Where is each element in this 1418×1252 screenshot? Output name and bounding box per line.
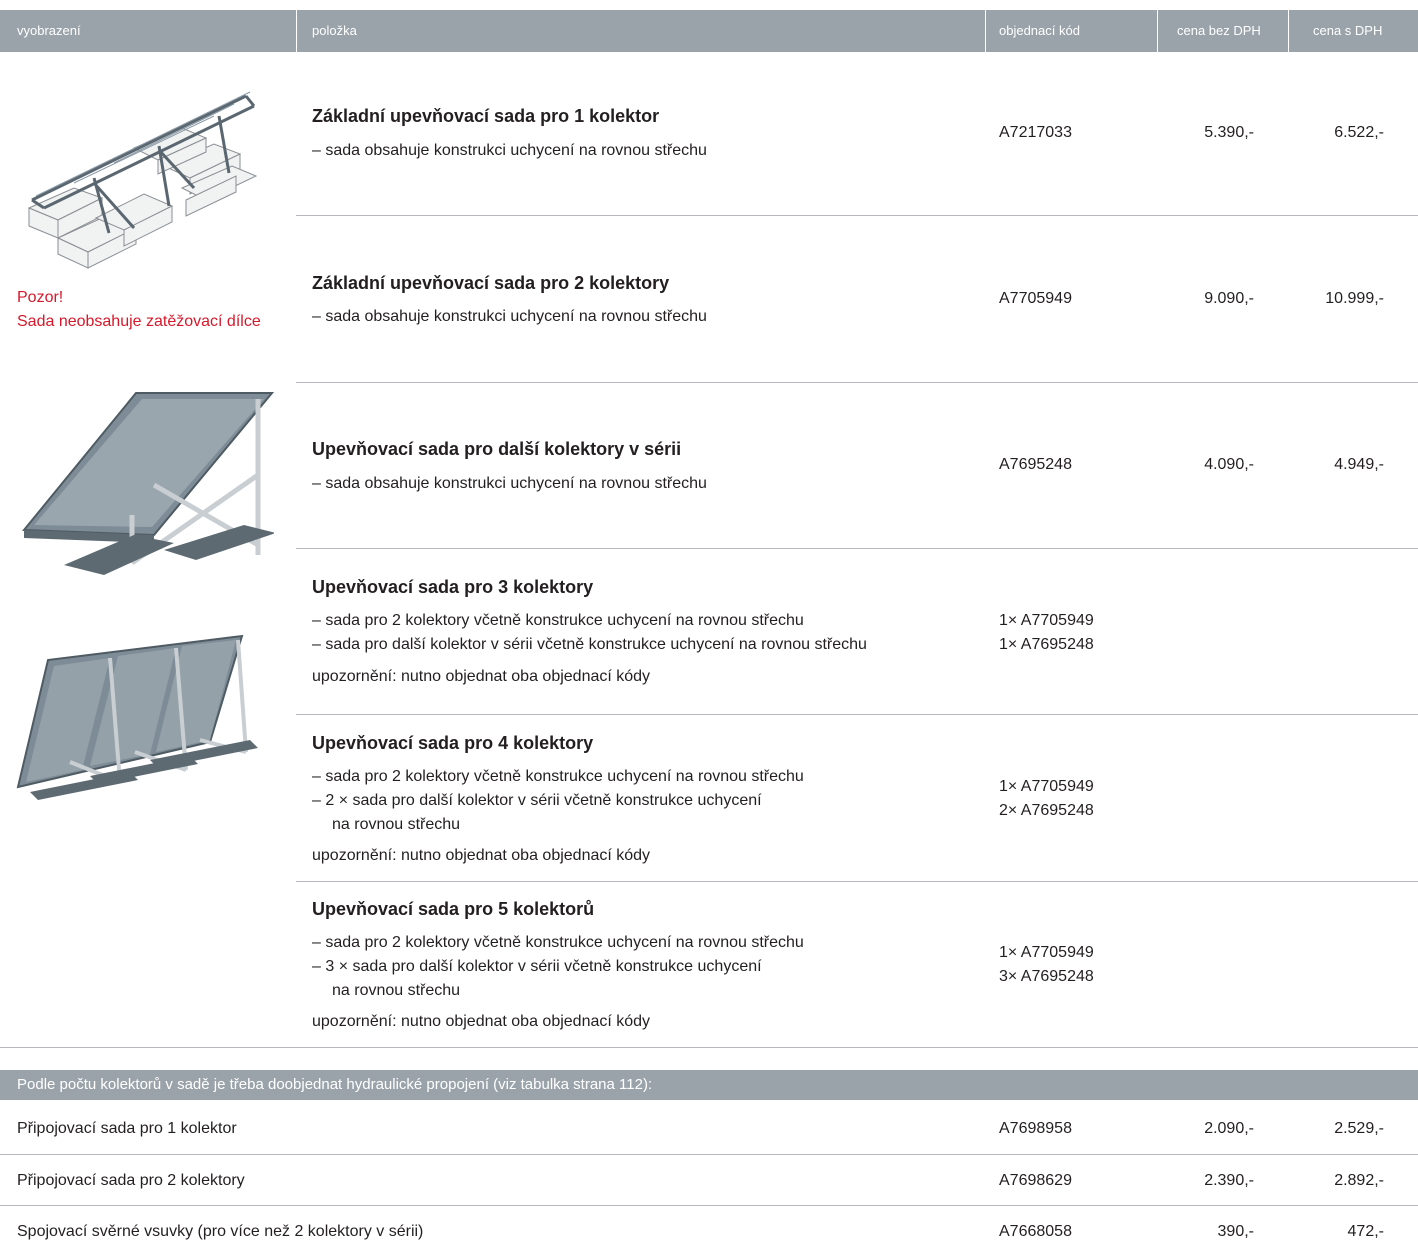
- order-code: A7698958: [999, 1120, 1072, 1137]
- product-description: na rovnou střechu: [332, 982, 461, 999]
- price-gross: 10.999,-: [1325, 290, 1384, 307]
- row-divider: [296, 714, 1418, 715]
- product-title: Upevňovací sada pro další kolektory v sé…: [312, 439, 682, 459]
- order-code: 2× A7695248: [999, 802, 1094, 819]
- row-divider: [0, 1205, 1418, 1206]
- price-gross: 2.529,-: [1334, 1120, 1384, 1137]
- row-divider: [0, 1047, 1418, 1048]
- header-item: položka: [312, 23, 357, 38]
- order-note: upozornění: nutno objednat oba objednací…: [312, 668, 651, 685]
- warning-title: Pozor!: [17, 289, 64, 306]
- product-description: – sada obsahuje konstrukci uchycení na r…: [312, 308, 707, 325]
- row-divider: [296, 881, 1418, 882]
- product-description: – 2 × sada pro další kolektor v sérii vč…: [312, 792, 762, 809]
- order-code: 1× A7695248: [999, 636, 1094, 653]
- header-price-gross: cena s DPH: [1313, 23, 1383, 38]
- price-gross: 472,-: [1347, 1223, 1384, 1240]
- product-description: – sada pro 2 kolektory včetně konstrukce…: [312, 934, 804, 951]
- product-title: Základní upevňovací sada pro 1 kolektor: [312, 106, 660, 126]
- collector-frame-image: [21, 392, 274, 575]
- order-code: A7698629: [999, 1172, 1072, 1189]
- product-description: – sada obsahuje konstrukci uchycení na r…: [312, 142, 707, 159]
- row-divider: [0, 1154, 1418, 1155]
- header-separator: [1288, 10, 1289, 52]
- header-separator: [985, 10, 986, 52]
- order-code: 1× A7705949: [999, 778, 1094, 795]
- product-title: Upevňovací sada pro 4 kolektory: [312, 733, 594, 753]
- product-title: Upevňovací sada pro 5 kolektorů: [312, 899, 595, 919]
- product-description: na rovnou střechu: [332, 816, 461, 833]
- header-code: objednací kód: [999, 23, 1080, 38]
- product-description: – sada pro další kolektor v sérii včetně…: [312, 636, 867, 653]
- hydraulic-item-name: Připojovací sada pro 2 kolektory: [17, 1172, 245, 1189]
- hydraulic-item-name: Připojovací sada pro 1 kolektor: [17, 1120, 237, 1137]
- table-header: vyobrazení položka objednací kód cena be…: [0, 10, 1418, 52]
- three-collector-frame-image: [16, 634, 258, 800]
- price-net: 5.390,-: [1204, 124, 1254, 141]
- price-net: 2.090,-: [1204, 1120, 1254, 1137]
- order-code: A7217033: [999, 124, 1072, 141]
- product-description: – sada obsahuje konstrukci uchycení na r…: [312, 475, 707, 492]
- order-code: A7705949: [999, 290, 1072, 307]
- hydraulic-heading: Podle počtu kolektorů v sadě je třeba do…: [17, 1076, 653, 1093]
- product-title: Základní upevňovací sada pro 2 kolektory: [312, 273, 670, 293]
- price-net: 9.090,-: [1204, 290, 1254, 307]
- header-separator: [296, 10, 297, 52]
- warning-text: Sada neobsahuje zatěžovací dílce: [17, 313, 261, 330]
- order-code: 3× A7695248: [999, 968, 1094, 985]
- order-note: upozornění: nutno objednat oba objednací…: [312, 847, 651, 864]
- header-separator: [1157, 10, 1158, 52]
- hydraulic-heading-band: Podle počtu kolektorů v sadě je třeba do…: [0, 1070, 1418, 1100]
- price-net: 390,-: [1217, 1223, 1254, 1240]
- product-description: – sada pro 2 kolektory včetně konstrukce…: [312, 768, 804, 785]
- order-code: 1× A7705949: [999, 944, 1094, 961]
- flat-roof-ballast-frame-image: [27, 91, 258, 269]
- price-net: 4.090,-: [1204, 456, 1254, 473]
- order-note: upozornění: nutno objednat oba objednací…: [312, 1013, 651, 1030]
- price-net: 2.390,-: [1204, 1172, 1254, 1189]
- order-code: 1× A7705949: [999, 612, 1094, 629]
- hydraulic-item-name: Spojovací svěrné vsuvky (pro více než 2 …: [17, 1223, 424, 1240]
- header-image: vyobrazení: [17, 23, 81, 38]
- product-title: Upevňovací sada pro 3 kolektory: [312, 577, 594, 597]
- order-code: A7668058: [999, 1223, 1072, 1240]
- price-gross: 6.522,-: [1334, 124, 1384, 141]
- row-divider: [296, 215, 1418, 216]
- row-divider: [296, 382, 1418, 383]
- product-description: – sada pro 2 kolektory včetně konstrukce…: [312, 612, 804, 629]
- order-code: A7695248: [999, 456, 1072, 473]
- row-divider: [296, 548, 1418, 549]
- product-description: – 3 × sada pro další kolektor v sérii vč…: [312, 958, 762, 975]
- price-gross: 4.949,-: [1334, 456, 1384, 473]
- price-gross: 2.892,-: [1334, 1172, 1384, 1189]
- header-price-net: cena bez DPH: [1177, 23, 1261, 38]
